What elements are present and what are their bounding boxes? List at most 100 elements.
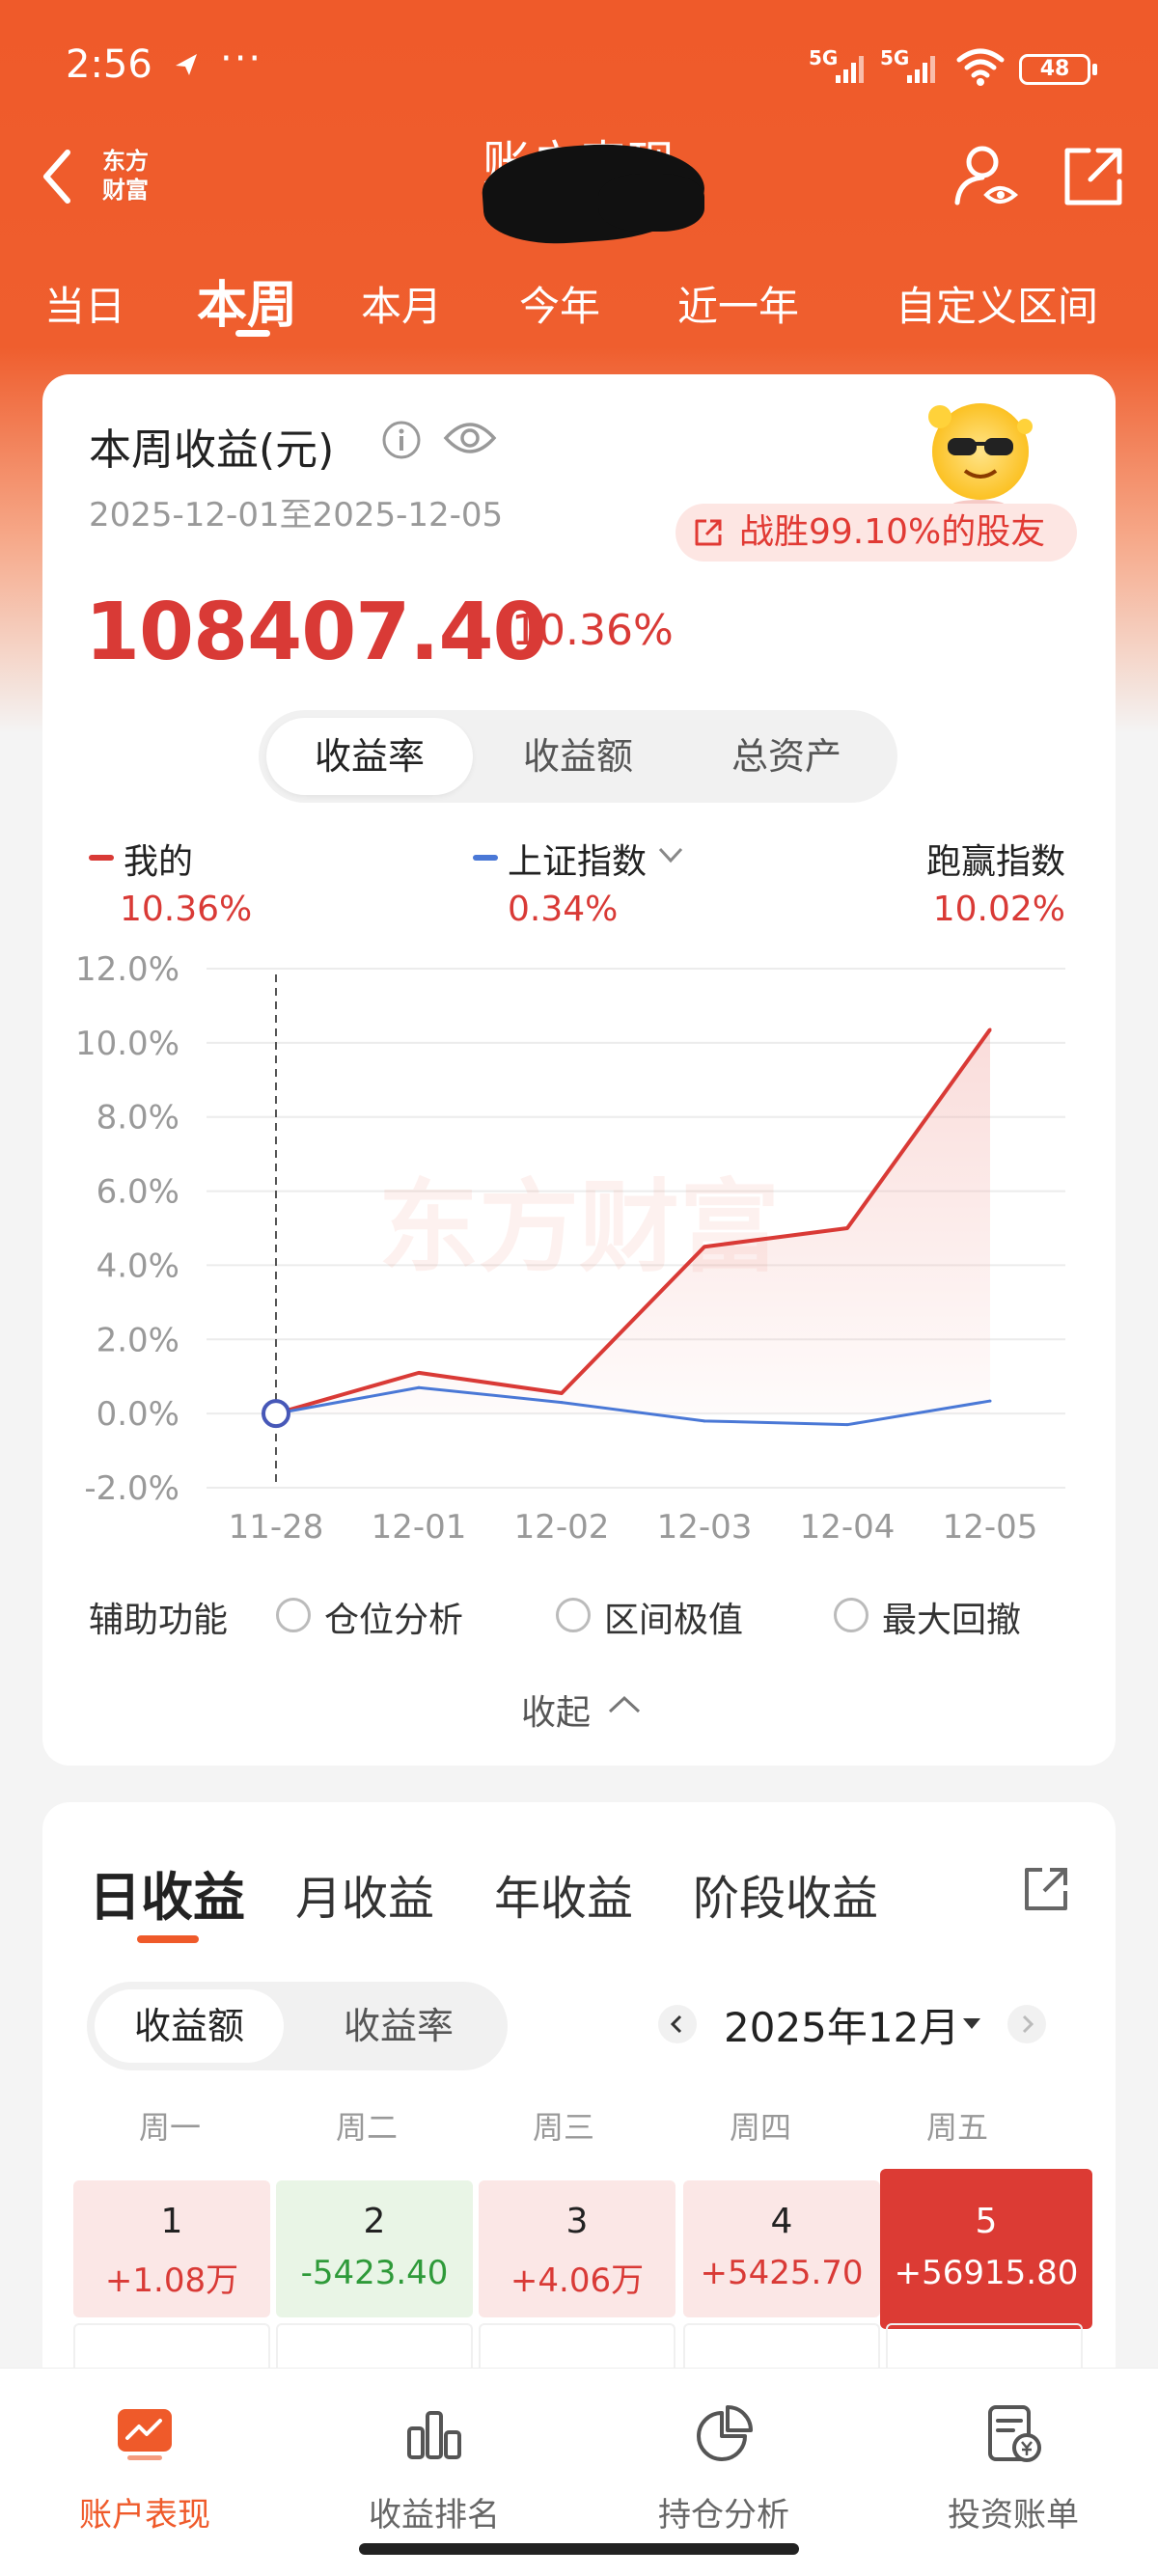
calendar-day[interactable]: 3 +4.06万 — [479, 2180, 676, 2317]
tab-today[interactable]: 当日 — [44, 274, 125, 333]
y-tick-label: 2.0% — [96, 1321, 179, 1359]
unit-tab-amount[interactable]: 收益额 — [95, 1989, 284, 2063]
battery-tip — [1092, 64, 1097, 75]
trend-chart-icon — [118, 2409, 172, 2460]
calendar-day[interactable]: 4 +5425.70 — [683, 2180, 880, 2317]
bill-icon — [988, 2405, 1041, 2462]
battery-icon: 48 — [1019, 54, 1090, 85]
data-point — [417, 1385, 421, 1389]
wifi-icon — [956, 48, 1005, 86]
tab-period-returns[interactable]: 阶段收益 — [693, 1860, 878, 1928]
tab-custom-range[interactable]: 自定义区间 — [896, 274, 1098, 333]
data-point — [988, 1028, 992, 1031]
y-tick-label: 8.0% — [96, 1099, 179, 1137]
y-tick-label: -2.0% — [84, 1469, 179, 1508]
tab-daily-returns[interactable]: 日收益 — [89, 1854, 245, 1931]
legend-mine-swatch — [89, 855, 114, 861]
data-point — [560, 1401, 564, 1405]
weekday-label: 周二 — [335, 2109, 398, 2146]
data-point — [703, 1245, 706, 1248]
tab-past-year[interactable]: 近一年 — [677, 274, 799, 333]
aux-option-range-extremes[interactable]: 区间极值 — [604, 1592, 743, 1642]
chevron-right-icon[interactable] — [1007, 2005, 1046, 2043]
calendar-day-selected[interactable]: 5 +56915.80 — [880, 2169, 1092, 2329]
nav-investment-bill[interactable]: 投资账单 — [868, 2388, 1158, 2535]
chevron-up-icon[interactable] — [606, 1690, 643, 1717]
back-icon[interactable] — [35, 145, 83, 208]
share-icon[interactable] — [1060, 143, 1127, 210]
metric-tab-return-rate[interactable]: 收益率 — [266, 718, 473, 795]
nav-holdings-analysis[interactable]: 持仓分析 — [579, 2388, 868, 2535]
data-point — [845, 1226, 849, 1230]
returns-unit-segmented-control: 收益额 收益率 — [87, 1982, 508, 2070]
tab-this-month[interactable]: 本月 — [361, 274, 442, 333]
send-icon — [176, 54, 197, 75]
status-bar: 2:56 ··· 5G 5G 48 — [0, 0, 1158, 135]
y-tick-label: 12.0% — [75, 950, 179, 989]
data-point — [845, 1423, 849, 1427]
eye-icon[interactable] — [442, 417, 498, 459]
profile-view-icon[interactable] — [953, 143, 1021, 212]
data-point — [417, 1371, 421, 1375]
x-tick-label: 12-02 — [514, 1508, 610, 1547]
data-point — [703, 1419, 706, 1423]
aux-option-position-analysis[interactable]: 仓位分析 — [324, 1592, 463, 1642]
period-tabs: 当日 本周 本月 今年 近一年 自定义区间 — [0, 260, 1158, 347]
month-selector[interactable]: 2025年12月 — [724, 1995, 959, 2054]
caret-down-icon[interactable] — [961, 2016, 982, 2030]
metric-tab-total-assets[interactable]: 总资产 — [683, 718, 890, 795]
metric-segmented-control: 收益率 收益额 总资产 — [259, 710, 897, 803]
return-chart[interactable]: 12.0%10.0%8.0%6.0%4.0%2.0%0.0%-2.0%东方财富1… — [42, 934, 1116, 1551]
date-range: 2025-12-01至2025-12-05 — [89, 496, 504, 534]
radio-position-analysis[interactable] — [276, 1598, 311, 1632]
beat-percentile-badge[interactable]: 战胜99.10%的股友 — [676, 504, 1077, 562]
tab-this-year[interactable]: 今年 — [519, 274, 600, 333]
data-point — [988, 1399, 992, 1403]
data-point — [560, 1391, 564, 1395]
index-selector[interactable]: 上证指数 — [508, 834, 647, 884]
calendar-day[interactable]: 1 +1.08万 — [73, 2180, 270, 2317]
tab-indicator — [235, 330, 270, 337]
calendar-day[interactable]: 2 -5423.40 — [276, 2180, 473, 2317]
x-tick-label: 11-28 — [229, 1508, 324, 1547]
weekday-label: 周一 — [138, 2109, 201, 2146]
chevron-left-icon[interactable] — [658, 2005, 697, 2043]
share-icon — [695, 519, 722, 546]
nav-account-performance[interactable]: 账户表现 — [0, 2388, 290, 2535]
x-tick-label: 12-04 — [800, 1508, 896, 1547]
y-tick-label: 10.0% — [75, 1025, 179, 1063]
radio-range-extremes[interactable] — [556, 1598, 591, 1632]
collapse-button[interactable]: 收起 — [521, 1685, 591, 1735]
x-tick-label: 12-01 — [372, 1508, 467, 1547]
tab-monthly-returns[interactable]: 月收益 — [295, 1860, 434, 1928]
y-tick-label: 4.0% — [96, 1247, 179, 1285]
legend-beat-value: 10.02% — [932, 890, 1065, 929]
profit-percent: 10.36% — [511, 606, 674, 655]
weekday-label: 周四 — [729, 2109, 791, 2146]
summary-title: 本周收益(元) — [89, 425, 335, 475]
brand-logo: 东方 财富 — [102, 148, 149, 204]
legend-mine-value: 10.36% — [120, 890, 253, 929]
weekday-label: 周五 — [925, 2109, 988, 2146]
metric-tab-return-amount[interactable]: 收益额 — [475, 718, 681, 795]
aux-option-max-drawdown[interactable]: 最大回撤 — [882, 1592, 1021, 1642]
tab-yearly-returns[interactable]: 年收益 — [494, 1860, 633, 1928]
redaction-mark — [598, 174, 704, 232]
x-tick-label: 12-05 — [943, 1508, 1038, 1547]
x-tick-label: 12-03 — [657, 1508, 753, 1547]
status-time: 2:56 — [66, 42, 152, 87]
chevron-down-icon[interactable] — [656, 843, 685, 866]
share-icon[interactable] — [1021, 1862, 1073, 1914]
legend-mine-label: 我的 — [124, 842, 194, 882]
unit-tab-rate[interactable]: 收益率 — [297, 1989, 500, 2063]
beat-text: 战胜99.10%的股友 — [739, 512, 1046, 552]
pie-chart-icon — [697, 2405, 753, 2461]
home-indicator — [359, 2543, 799, 2555]
info-icon[interactable] — [380, 419, 423, 461]
start-marker — [262, 1399, 290, 1429]
legend-beat-label: 跑赢指数 — [925, 842, 1065, 882]
tab-this-week[interactable]: 本周 — [197, 264, 297, 337]
legend-index-value: 0.34% — [508, 890, 619, 929]
radio-max-drawdown[interactable] — [834, 1598, 868, 1632]
nav-return-ranking[interactable]: 收益排名 — [290, 2388, 579, 2535]
